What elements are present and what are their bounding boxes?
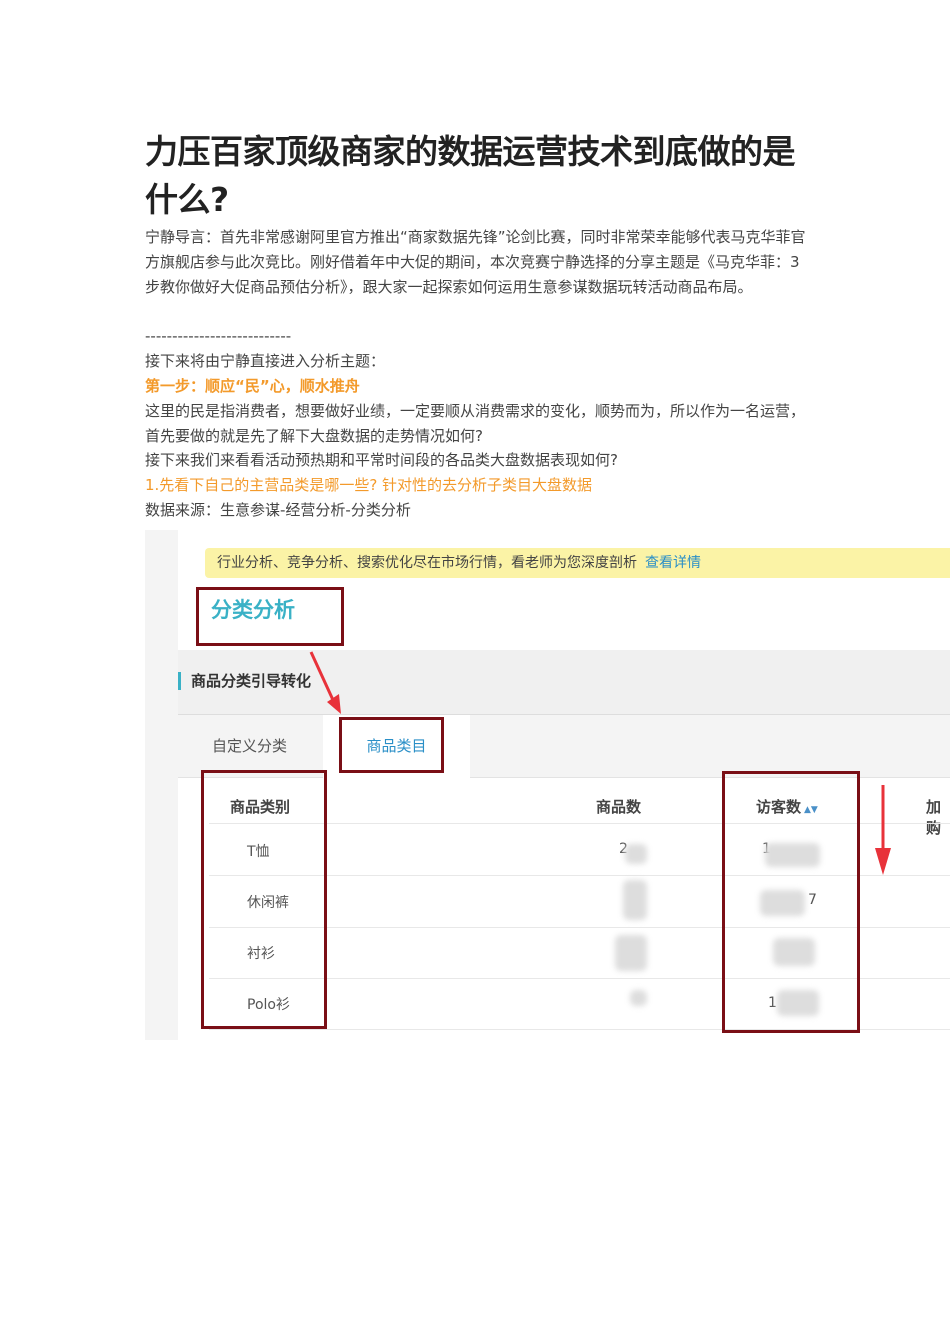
arrow-down-icon: [875, 785, 891, 875]
lead-text: 接下来将由宁静直接进入分析主题：: [145, 352, 386, 370]
step1-heading: 第一步：顺应“民”心，顺水推舟: [145, 377, 360, 395]
point-1: 1.先看下自己的主营品类是哪一些? 针对性的去分析子类目大盘数据: [145, 476, 593, 494]
arrow-icons: [309, 651, 891, 875]
article-title: 力压百家顶级商家的数据运营技术到底做的是什么?: [145, 132, 796, 219]
embedded-screenshot: 行业分析、竞争分析、搜索优化尽在市场行情，看老师为您深度剖析 查看详情 分类分析 …: [145, 530, 950, 1040]
arrow-icon: [309, 651, 341, 714]
paragraph-2: 接下来我们来看看活动预热期和平常时间段的各品类大盘数据表现如何?: [145, 451, 618, 469]
data-source: 数据来源：生意参谋-经营分析-分类分析: [145, 501, 411, 519]
divider-text: ---------------------------: [145, 327, 292, 345]
intro-paragraph: 宁静导言：首先非常感谢阿里官方推出“商家数据先锋”论剑比赛，同时非常荣幸能够代表…: [145, 228, 806, 296]
paragraph-1: 这里的民是指消费者，想要做好业绩，一定要顺从消费需求的变化，顺势而为，所以作为一…: [145, 402, 806, 445]
